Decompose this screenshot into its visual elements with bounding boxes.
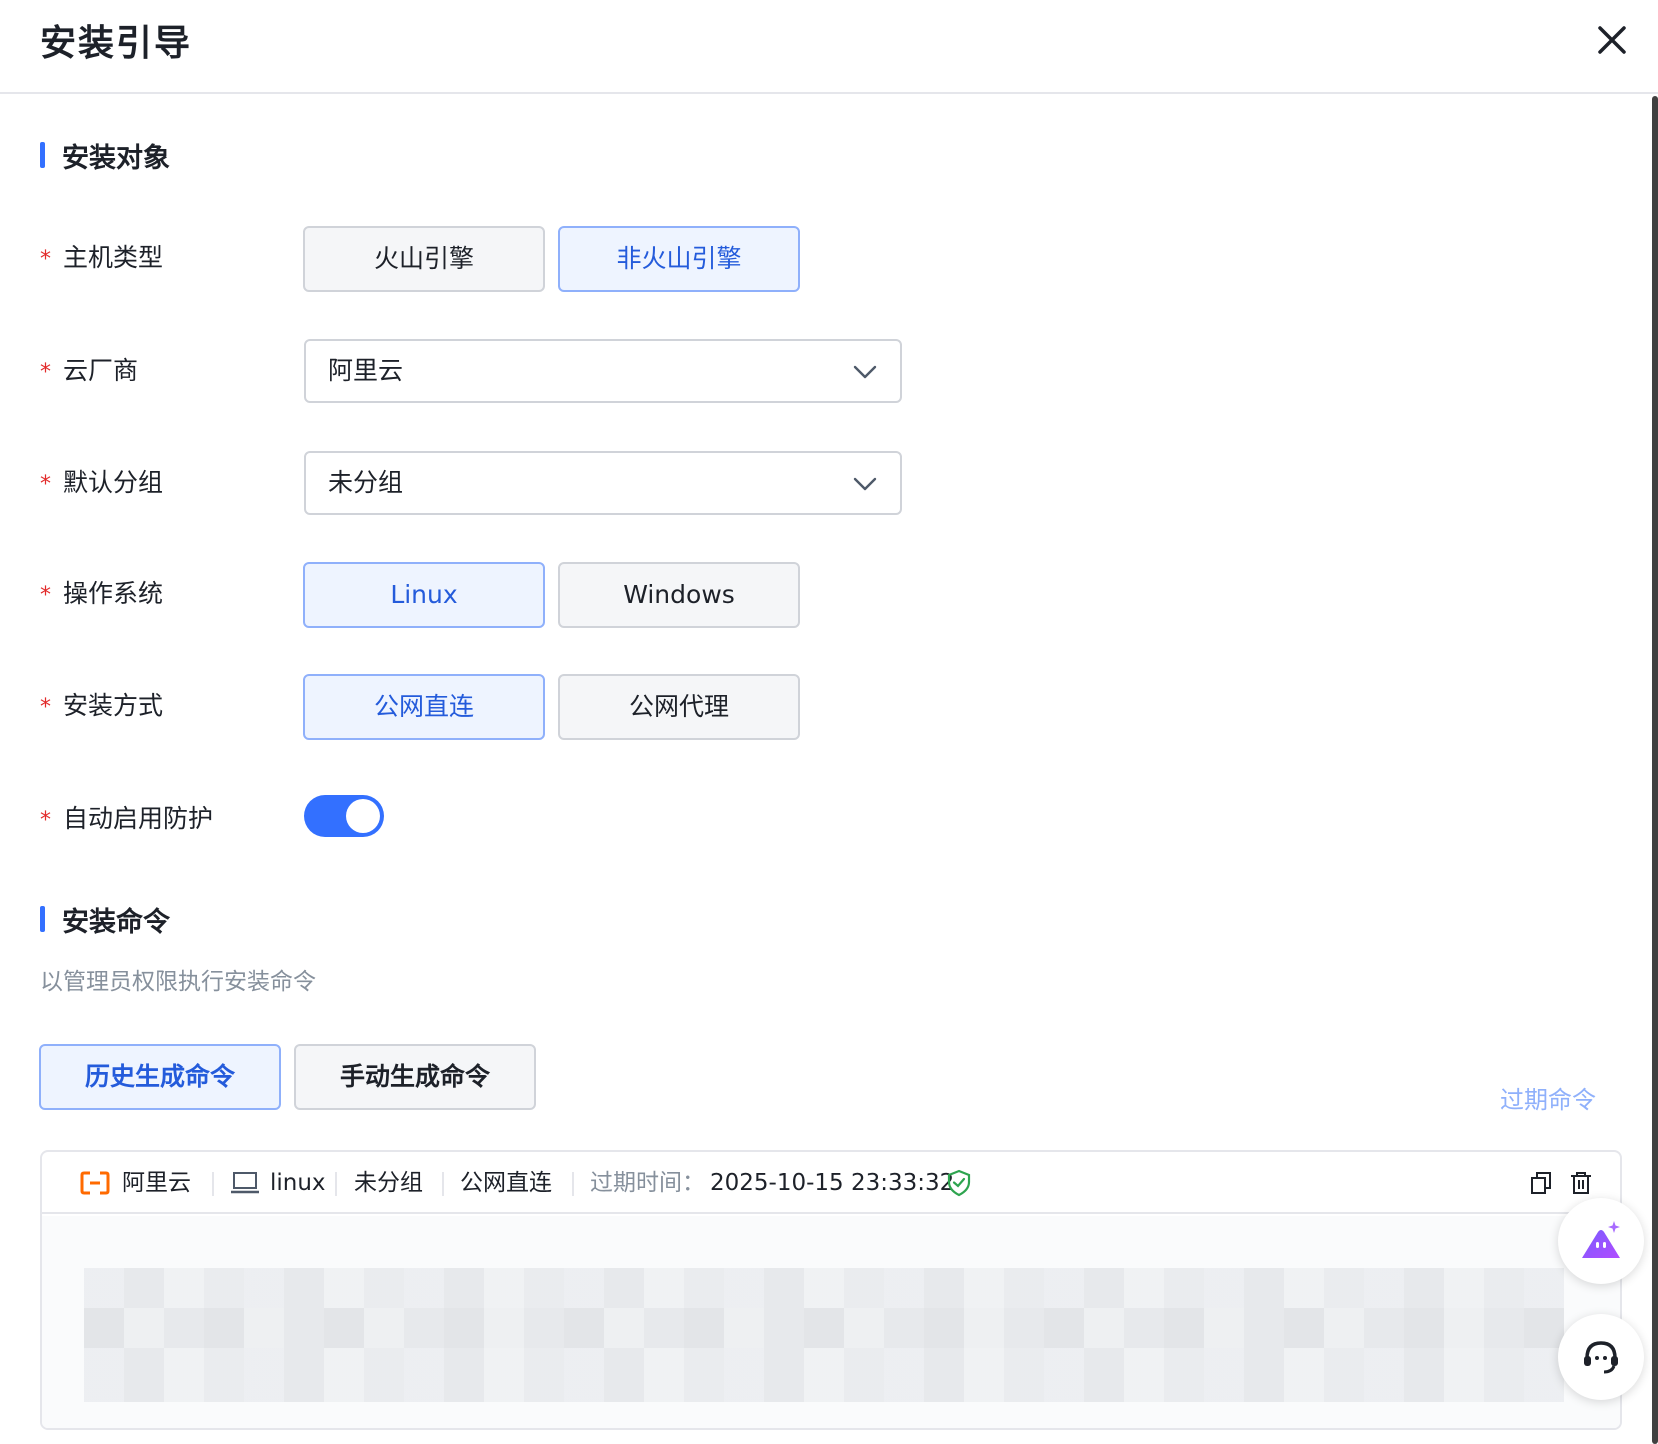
os-label: * 操作系统	[40, 579, 164, 608]
headset-icon	[1584, 1341, 1618, 1374]
os-option-windows[interactable]: Windows	[558, 562, 800, 628]
copy-icon[interactable]	[1528, 1170, 1554, 1196]
required-mark: *	[40, 583, 51, 608]
drawer-header: 安装引导	[0, 0, 1658, 94]
customer-service-button[interactable]	[1558, 1314, 1644, 1400]
card-group: 未分组	[354, 1170, 423, 1196]
card-expire-label: 过期时间：	[590, 1170, 705, 1196]
ai-assistant-icon	[1582, 1221, 1620, 1258]
command-card: 阿里云 linux 未分组 公网直连 过期时间： 2025-10-15 23:3…	[40, 1150, 1622, 1430]
divider	[335, 1172, 337, 1196]
drawer-title: 安装引导	[40, 23, 193, 64]
form-row-default-group: * 默认分组 未分组	[40, 451, 1600, 515]
divider	[572, 1172, 574, 1196]
default-group-value: 未分组	[328, 468, 404, 497]
scrollbar-thumb[interactable]	[1652, 96, 1658, 1444]
required-mark: *	[40, 360, 51, 385]
auto-protect-label: * 自动启用防护	[40, 804, 214, 833]
card-os: linux	[270, 1170, 326, 1196]
required-mark: *	[40, 247, 51, 272]
host-type-label: * 主机类型	[40, 243, 164, 272]
command-code-area[interactable]	[42, 1216, 1620, 1428]
form-row-install-method: * 安装方式 公网直连 公网代理	[40, 674, 1600, 740]
card-expire-time: 2025-10-15 23:33:32	[710, 1170, 955, 1196]
card-method: 公网直连	[460, 1170, 552, 1196]
redacted-command-text	[84, 1308, 1564, 1348]
required-mark: *	[40, 808, 51, 833]
required-mark: *	[40, 472, 51, 497]
form-row-auto-protect: * 自动启用防护	[40, 787, 1600, 851]
shield-check-icon	[947, 1169, 971, 1197]
cloud-vendor-select[interactable]: 阿里云	[304, 339, 902, 403]
close-icon	[1598, 26, 1626, 54]
chevron-down-icon	[853, 477, 877, 491]
required-mark: *	[40, 695, 51, 720]
close-button[interactable]	[1592, 20, 1632, 60]
install-command-hint: 以管理员权限执行安装命令	[40, 969, 316, 995]
aliyun-logo-icon	[80, 1171, 110, 1195]
install-method-option-proxy[interactable]: 公网代理	[558, 674, 800, 740]
auto-protect-toggle[interactable]	[304, 795, 384, 837]
host-type-option-volcengine[interactable]: 火山引擎	[303, 226, 545, 292]
delete-icon[interactable]	[1568, 1170, 1594, 1196]
section-title-install-command: 安装命令	[40, 900, 170, 939]
tab-manual-commands[interactable]: 手动生成命令	[294, 1044, 536, 1110]
tab-history-commands[interactable]: 历史生成命令	[39, 1044, 281, 1110]
cloud-vendor-value: 阿里云	[328, 356, 404, 385]
ai-assistant-button[interactable]	[1558, 1198, 1644, 1284]
host-type-option-non-volcengine[interactable]: 非火山引擎	[558, 226, 800, 292]
install-method-option-direct[interactable]: 公网直连	[303, 674, 545, 740]
expired-commands-link[interactable]: 过期命令	[1500, 1080, 1596, 1115]
os-option-linux[interactable]: Linux	[303, 562, 545, 628]
section-title-install-target: 安装对象	[40, 136, 170, 175]
toggle-knob	[346, 799, 380, 833]
install-method-label: * 安装方式	[40, 691, 164, 720]
card-vendor: 阿里云	[122, 1170, 191, 1196]
divider	[442, 1172, 444, 1196]
form-row-host-type: * 主机类型 火山引擎 非火山引擎	[40, 226, 1600, 292]
divider	[212, 1172, 214, 1196]
scrollbar[interactable]	[1650, 96, 1658, 1444]
chevron-down-icon	[853, 365, 877, 379]
laptop-icon	[231, 1172, 259, 1194]
cloud-vendor-label: * 云厂商	[40, 356, 139, 385]
command-card-header: 阿里云 linux 未分组 公网直连 过期时间： 2025-10-15 23:3…	[42, 1152, 1620, 1214]
form-row-os: * 操作系统 Linux Windows	[40, 562, 1600, 628]
default-group-label: * 默认分组	[40, 468, 164, 497]
form-row-cloud-vendor: * 云厂商 阿里云	[40, 339, 1600, 403]
default-group-select[interactable]: 未分组	[304, 451, 902, 515]
